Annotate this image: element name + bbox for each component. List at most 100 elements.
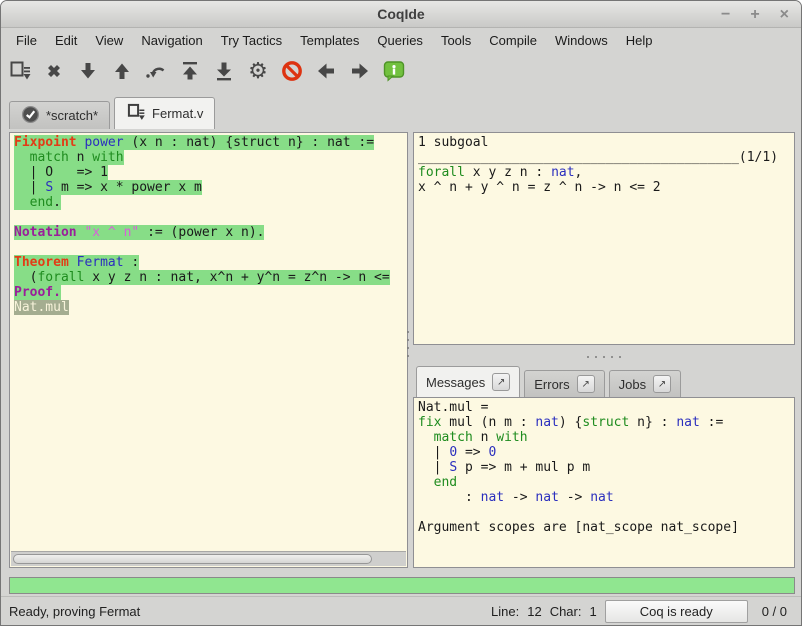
check-circle-icon: [21, 105, 40, 127]
menu-view[interactable]: View: [86, 31, 132, 50]
stop-x-icon: [42, 59, 66, 83]
tab-label: Messages: [426, 375, 485, 390]
goals-panel: 1 subgoal_______________________________…: [413, 132, 795, 345]
editor-tab-bar: *scratch* Fermat.v: [9, 96, 215, 129]
vertical-splitter[interactable]: [406, 331, 410, 371]
script-editor[interactable]: Fixpoint power (x n : nat) {struct n} : …: [14, 135, 406, 549]
code-line: [14, 240, 406, 255]
menu-queries[interactable]: Queries: [368, 31, 432, 50]
code-line: match n with: [14, 150, 406, 165]
code-line: x ^ n + y ^ n = z ^ n -> n <= 2: [418, 180, 793, 195]
line-value: 12: [527, 604, 541, 619]
file-download-icon: [126, 102, 146, 125]
forward-arrow-icon: [348, 59, 372, 83]
tab-label: Errors: [534, 377, 569, 392]
detach-arrow-icon: ↗: [581, 379, 589, 390]
tab-label: Jobs: [619, 377, 646, 392]
detach-arrow-icon: ↗: [497, 377, 505, 388]
messages-panel: Nat.mul =fix mul (n m : nat) {struct n} …: [413, 397, 795, 568]
code-line: fix mul (n m : nat) {struct n} : nat :=: [418, 415, 793, 430]
title-bar[interactable]: CoqIde − + ×: [1, 1, 801, 28]
back-arrow-icon: [314, 59, 338, 83]
tab-label: Fermat.v: [152, 106, 203, 121]
save-icon: [8, 59, 32, 83]
messages-view[interactable]: Nat.mul =fix mul (n m : nat) {struct n} …: [418, 400, 793, 565]
tab-messages[interactable]: Messages ↗: [416, 366, 520, 397]
code-line: | 0 => 0: [418, 445, 793, 460]
tab-errors[interactable]: Errors ↗: [524, 370, 604, 397]
back-button[interactable]: [313, 58, 339, 84]
coq-status-button[interactable]: Coq is ready: [605, 600, 748, 623]
menu-file[interactable]: File: [7, 31, 46, 50]
code-line: | S p => m + mul p m: [418, 460, 793, 475]
coqide-window: CoqIde − + × FileEditViewNavigationTry T…: [0, 0, 802, 626]
stop-button[interactable]: [41, 58, 67, 84]
go-to-cursor-button[interactable]: [143, 58, 169, 84]
detach-button[interactable]: ↗: [492, 373, 510, 391]
code-line: ________________________________________…: [418, 150, 793, 165]
toolbar: ⚙: [1, 52, 801, 90]
menu-try-tactics[interactable]: Try Tactics: [212, 31, 291, 50]
step-backward-button[interactable]: [109, 58, 135, 84]
code-line: Fixpoint power (x n : nat) {struct n} : …: [14, 135, 406, 150]
minimize-button[interactable]: −: [721, 7, 730, 23]
menu-windows[interactable]: Windows: [546, 31, 617, 50]
tab-scratch[interactable]: *scratch*: [9, 101, 110, 129]
message-tab-bar: Messages ↗ Errors ↗ Jobs ↗: [416, 365, 681, 397]
script-editor-panel: Fixpoint power (x n : nat) {struct n} : …: [9, 132, 408, 568]
code-line: match n with: [418, 430, 793, 445]
menu-templates[interactable]: Templates: [291, 31, 368, 50]
menu-bar: FileEditViewNavigationTry TacticsTemplat…: [1, 29, 801, 51]
code-line: : nat -> nat -> nat: [418, 490, 793, 505]
menu-edit[interactable]: Edit: [46, 31, 86, 50]
code-line: end: [418, 475, 793, 490]
status-message: Ready, proving Fermat: [9, 604, 491, 619]
interrupt-button[interactable]: [279, 58, 305, 84]
go-to-end-button[interactable]: [211, 58, 237, 84]
go-to-cursor-icon: [144, 59, 168, 83]
menu-compile[interactable]: Compile: [480, 31, 546, 50]
make-button[interactable]: ⚙: [245, 58, 271, 84]
code-line: | S m => x * power x m: [14, 180, 406, 195]
go-to-end-icon: [212, 59, 236, 83]
menu-help[interactable]: Help: [617, 31, 662, 50]
detach-button[interactable]: ↗: [577, 375, 595, 393]
save-button[interactable]: [7, 58, 33, 84]
interrupt-icon: [280, 59, 304, 83]
close-button[interactable]: ×: [780, 7, 789, 23]
window-controls: − + ×: [721, 1, 789, 28]
menu-tools[interactable]: Tools: [432, 31, 480, 50]
horizontal-splitter[interactable]: [413, 353, 795, 361]
char-label: Char:: [550, 604, 582, 619]
code-line: Theorem Fermat :: [14, 255, 406, 270]
code-line: (forall x y z n : nat, x^n + y^n = z^n -…: [14, 270, 406, 285]
window-title: CoqIde: [1, 6, 801, 22]
tab-jobs[interactable]: Jobs ↗: [609, 370, 681, 397]
scrollbar-thumb[interactable]: [13, 554, 372, 564]
step-forward-button[interactable]: [75, 58, 101, 84]
code-line: [14, 210, 406, 225]
code-line: Argument scopes are [nat_scope nat_scope…: [418, 520, 793, 535]
tab-label: *scratch*: [46, 108, 98, 123]
code-line: Nat.mul: [14, 300, 406, 315]
status-bar: Ready, proving Fermat Line: 12 Char: 1 C…: [1, 596, 801, 625]
detach-button[interactable]: ↗: [653, 375, 671, 393]
code-line: | O => 1: [14, 165, 406, 180]
tab-fermat[interactable]: Fermat.v: [114, 97, 215, 129]
progress-bar: [9, 577, 795, 594]
status-right: Line: 12 Char: 1 Coq is ready 0 / 0: [491, 600, 793, 623]
detach-arrow-icon: ↗: [658, 379, 666, 390]
code-line: Proof.: [14, 285, 406, 300]
menu-navigation[interactable]: Navigation: [132, 31, 211, 50]
maximize-button[interactable]: +: [750, 7, 759, 23]
code-line: [418, 505, 793, 520]
restart-button[interactable]: [177, 58, 203, 84]
horizontal-scrollbar[interactable]: [11, 551, 406, 566]
step-forward-icon: [76, 59, 100, 83]
line-label: Line:: [491, 604, 519, 619]
code-line: 1 subgoal: [418, 135, 793, 150]
code-line: forall x y z n : nat,: [418, 165, 793, 180]
forward-button[interactable]: [347, 58, 373, 84]
about-button[interactable]: [381, 58, 407, 84]
goals-view[interactable]: 1 subgoal_______________________________…: [418, 135, 793, 342]
